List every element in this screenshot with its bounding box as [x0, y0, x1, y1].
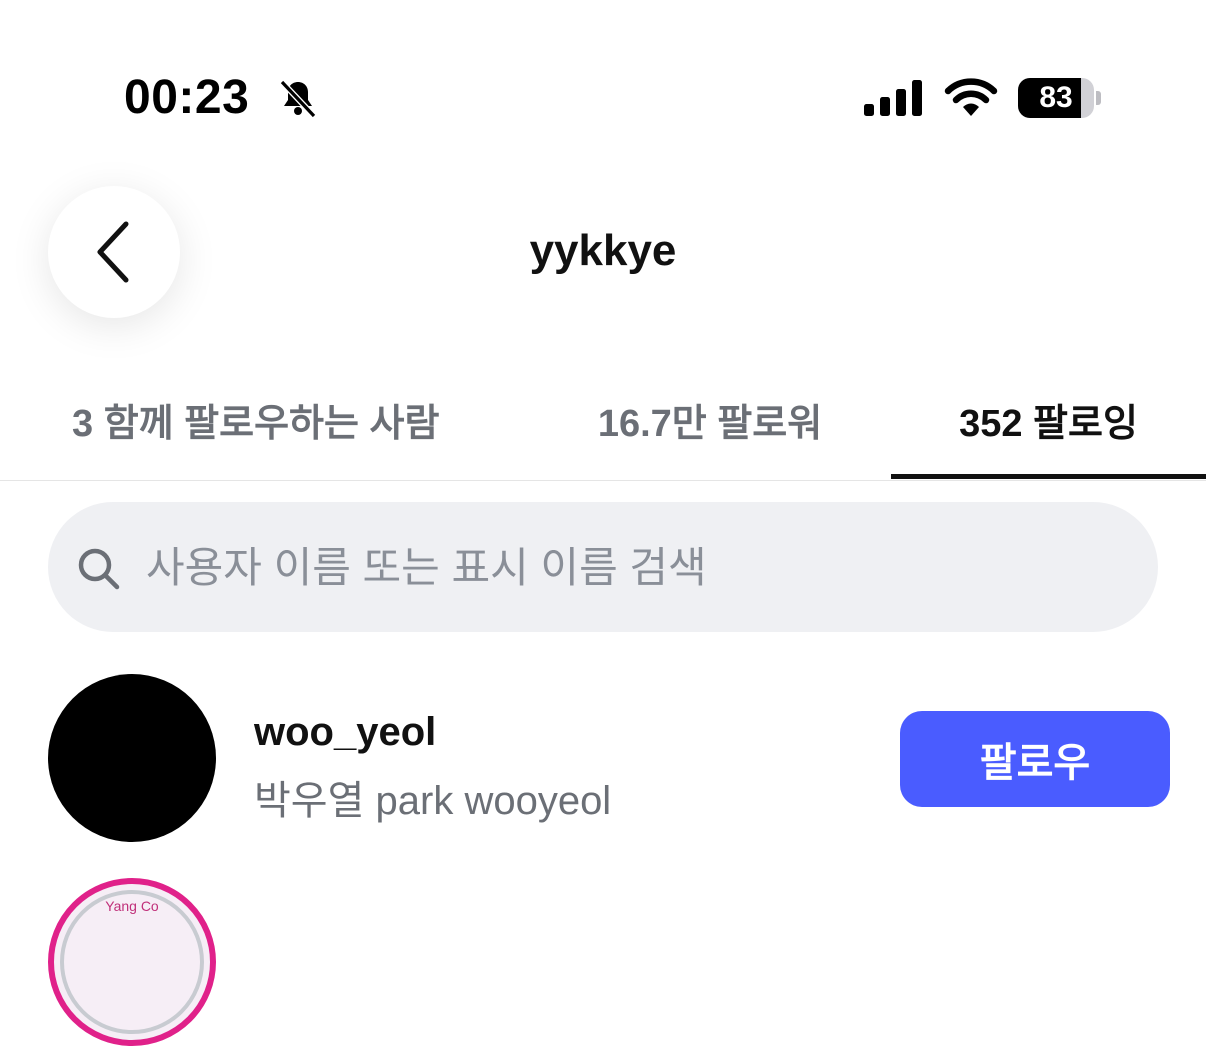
page-title: yykkye — [529, 226, 677, 275]
tab-label: 16.7만 팔로워 — [597, 403, 823, 445]
follow-button[interactable]: 팔로우 — [900, 711, 1170, 807]
tab-label: 352 팔로잉 — [959, 403, 1138, 445]
list-item: woo_yeol 박우열 park wooyeol 팔로우 — [0, 660, 1206, 860]
status-time: 00:23 — [124, 71, 250, 124]
tab-label: 3 함께 팔로우하는 사람 — [72, 403, 440, 445]
avatar-logo-text: Yang Co — [105, 898, 159, 914]
tab-bar: 3 함께 팔로우하는 사람 16.7만 팔로워 352 팔로잉 — [0, 380, 1206, 481]
active-tab-indicator — [891, 474, 1206, 479]
username[interactable]: woo_yeol — [254, 710, 436, 755]
battery-icon: 83 — [1018, 78, 1102, 118]
tab-following[interactable]: 352 팔로잉 — [891, 380, 1206, 480]
search-input[interactable] — [144, 502, 1128, 634]
cellular-signal-icon — [864, 80, 922, 116]
search-bar[interactable] — [48, 502, 1158, 634]
battery-percent: 83 — [1039, 81, 1073, 114]
tab-mutual-followers[interactable]: 3 함께 팔로우하는 사람 — [48, 380, 508, 480]
search-icon — [78, 548, 120, 590]
avatar[interactable]: Yang Co — [48, 878, 216, 1046]
display-name: 박우열 park wooyeol — [254, 779, 612, 823]
status-bar: 00:23 83 — [0, 0, 1206, 200]
tab-followers[interactable]: 16.7만 팔로워 — [560, 380, 860, 480]
wifi-icon — [944, 78, 998, 116]
bell-slash-icon — [279, 79, 317, 119]
avatar[interactable] — [48, 674, 216, 842]
